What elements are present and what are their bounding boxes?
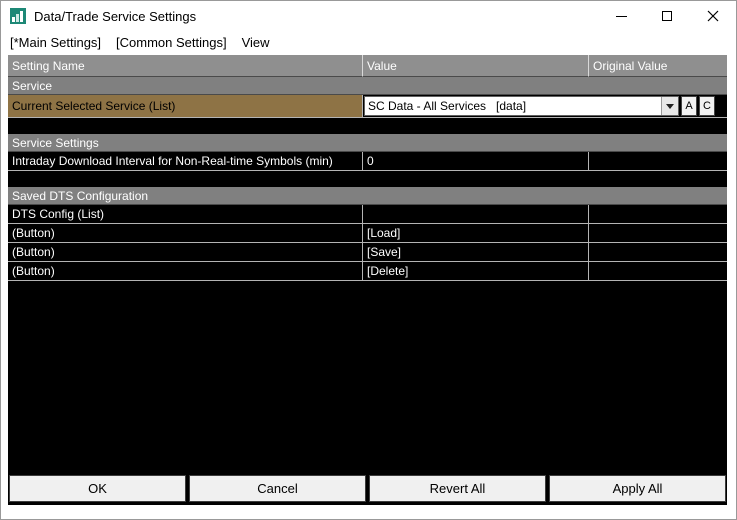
window-title: Data/Trade Service Settings [34, 8, 197, 24]
maximize-button[interactable] [644, 1, 690, 31]
col-header-original-value: Original Value [589, 55, 727, 77]
load-button[interactable]: [Load] [363, 224, 589, 243]
menu-common-settings[interactable]: [Common Settings] [116, 35, 227, 50]
original-value-delete [589, 262, 727, 281]
row-current-selected-service[interactable]: Current Selected Service (List) SC Data … [8, 95, 727, 118]
dropdown-arrow-button[interactable] [661, 97, 678, 115]
row-delete-button[interactable]: (Button) [Delete] [8, 262, 727, 281]
spacer-row [8, 118, 727, 134]
original-value-save [589, 243, 727, 262]
setting-value-dts-config[interactable] [363, 205, 589, 224]
row-save-button[interactable]: (Button) [Save] [8, 243, 727, 262]
col-header-value: Value [363, 55, 589, 77]
service-c-button[interactable]: C [699, 96, 715, 116]
minimize-icon [615, 15, 627, 17]
row-load-button[interactable]: (Button) [Load] [8, 224, 727, 243]
close-button[interactable] [690, 1, 736, 31]
close-icon [707, 10, 719, 22]
section-service-settings: Service Settings [8, 134, 727, 152]
row-intraday-download-interval[interactable]: Intraday Download Interval for Non-Real-… [8, 152, 727, 171]
settings-table: Setting Name Value Original Value Servic… [8, 55, 727, 505]
app-icon [10, 8, 26, 24]
revert-all-button[interactable]: Revert All [369, 475, 546, 502]
save-button[interactable]: [Save] [363, 243, 589, 262]
titlebar: Data/Trade Service Settings [1, 1, 736, 31]
menu-main-settings[interactable]: [*Main Settings] [10, 35, 101, 50]
setting-value-current-selected-service: SC Data - All Services [data] A C [363, 95, 727, 118]
setting-name-delete[interactable]: (Button) [8, 262, 363, 281]
original-value-load [589, 224, 727, 243]
original-value-intraday-interval [589, 152, 727, 171]
cancel-button[interactable]: Cancel [189, 475, 366, 502]
minimize-button[interactable] [598, 1, 644, 31]
section-saved-dts-configuration: Saved DTS Configuration [8, 187, 727, 205]
setting-value-intraday-interval[interactable]: 0 [363, 152, 589, 171]
maximize-icon [662, 11, 672, 21]
empty-table-area [8, 281, 727, 473]
delete-button[interactable]: [Delete] [363, 262, 589, 281]
ok-button[interactable]: OK [9, 475, 186, 502]
window-controls [598, 1, 736, 31]
section-service: Service [8, 77, 727, 95]
setting-name-intraday-interval[interactable]: Intraday Download Interval for Non-Real-… [8, 152, 363, 171]
original-value-dts-config [589, 205, 727, 224]
menubar: [*Main Settings] [Common Settings] View [1, 31, 736, 54]
spacer-row [8, 171, 727, 187]
footer-button-bar: OK Cancel Revert All Apply All [8, 473, 727, 505]
setting-name-load[interactable]: (Button) [8, 224, 363, 243]
service-dropdown-value: SC Data - All Services [data] [368, 99, 527, 113]
apply-all-button[interactable]: Apply All [549, 475, 726, 502]
service-dropdown[interactable]: SC Data - All Services [data] [364, 96, 679, 116]
setting-name-current-selected-service[interactable]: Current Selected Service (List) [8, 95, 363, 118]
setting-name-dts-config[interactable]: DTS Config (List) [8, 205, 363, 224]
setting-name-save[interactable]: (Button) [8, 243, 363, 262]
menu-view[interactable]: View [242, 35, 270, 50]
service-a-button[interactable]: A [681, 96, 697, 116]
table-header-row: Setting Name Value Original Value [8, 55, 727, 77]
row-dts-config-list[interactable]: DTS Config (List) [8, 205, 727, 224]
chevron-down-icon [666, 103, 674, 109]
col-header-setting-name: Setting Name [8, 55, 363, 77]
data-trade-service-settings-window: Data/Trade Service Settings [*Main Setti… [0, 0, 737, 520]
main-area: Setting Name Value Original Value Servic… [1, 54, 736, 519]
